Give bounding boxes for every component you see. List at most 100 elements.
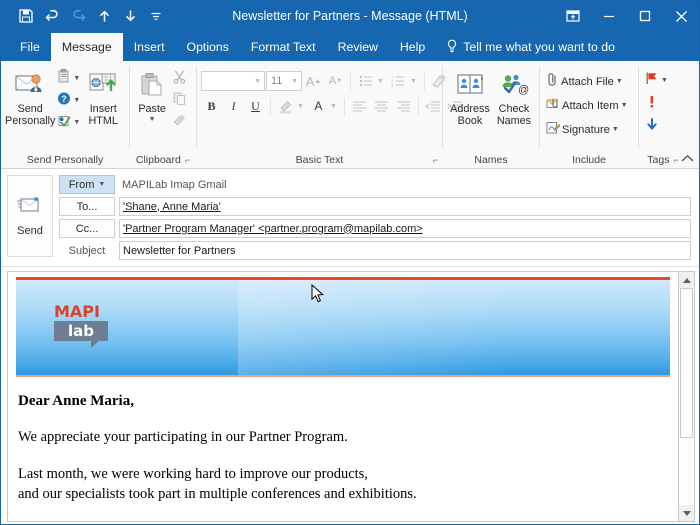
decrease-indent-button[interactable] [423,96,444,117]
help-command[interactable]: ? ▼ [55,90,81,111]
paste-options-command[interactable]: ▼ [55,68,81,89]
send-button[interactable]: Send [7,175,53,257]
cut-button[interactable] [170,68,192,89]
scroll-down-arrow-icon [682,510,691,516]
clipboard-small-commands [170,65,192,133]
subject-row: Subject Newsletter for Partners [59,241,691,260]
cc-row: Cc... 'Partner Program Manager' <partner… [59,219,691,238]
arrow-up-icon[interactable] [91,4,117,28]
close-icon[interactable] [663,1,699,31]
font-name-caret-icon[interactable]: ▼ [254,78,261,85]
follow-up-caret-icon[interactable]: ▼ [661,77,668,84]
tags-commands: ▼ [643,65,670,137]
minimize-icon[interactable] [591,1,627,31]
cc-value: 'Partner Program Manager' <partner.progr… [123,222,423,235]
check-names-label-2: Names [496,115,532,127]
italic-button[interactable]: I [223,96,244,117]
message-body-editor[interactable]: MAPI lab Dear Anne Maria, We appreciate … [7,271,678,522]
to-value: 'Shane, Anne Maria' [123,200,221,213]
from-button[interactable]: From ▼ [59,175,115,194]
cc-button[interactable]: Cc... [59,219,115,238]
grow-font-button[interactable]: A ▲ [303,71,324,92]
scrollbar-thumb[interactable] [680,288,693,438]
ribbon-group-label-names: Names [474,153,508,166]
from-caret-icon[interactable]: ▼ [98,181,105,188]
to-button[interactable]: To... [59,197,115,216]
cc-input[interactable]: 'Partner Program Manager' <partner.progr… [119,219,691,238]
clipboard-dialog-launcher-icon[interactable]: ⌐ [185,155,190,165]
numbering-button[interactable]: 123 [388,71,409,92]
tell-me-search[interactable]: Tell me what you want to do [436,33,625,61]
text-highlight-color-button[interactable] [275,96,296,117]
tab-file[interactable]: File [9,33,51,61]
undo-icon[interactable] [39,4,65,28]
customize-qat-icon[interactable] [143,4,169,28]
tab-options[interactable]: Options [176,33,240,61]
bullets-button[interactable] [355,71,376,92]
font-size-caret-icon[interactable]: ▼ [291,78,298,85]
check-names-button[interactable]: @ Check Names [493,65,535,127]
scroll-up-button[interactable] [679,272,694,288]
highlight-caret-icon[interactable]: ▼ [297,103,304,110]
high-importance-button[interactable] [643,93,670,114]
shrink-font-button[interactable]: A ▼ [325,71,346,92]
collapse-ribbon-button[interactable] [681,154,694,166]
save-icon[interactable] [13,4,39,28]
arrow-down-icon[interactable] [117,4,143,28]
address-book-button[interactable]: Address Book [447,65,493,127]
follow-up-flag-button[interactable]: ▼ [643,70,670,91]
tab-review[interactable]: Review [327,33,389,61]
tab-format-text[interactable]: Format Text [240,33,327,61]
send-personally-button[interactable]: Send Personally [5,65,55,127]
tab-insert[interactable]: Insert [123,33,176,61]
insert-html-icon [87,69,119,103]
attach-item-button[interactable]: Attach Item ▼ [544,95,630,116]
basic-text-dialog-launcher-icon[interactable]: ⌐ [433,155,438,165]
to-input[interactable]: 'Shane, Anne Maria' [119,197,691,216]
address-book-icon [455,69,485,103]
attach-file-button[interactable]: Attach File ▼ [544,71,630,92]
redo-icon [65,4,91,28]
help-caret-icon[interactable]: ▼ [73,97,80,104]
font-name-combo[interactable]: ▼ [201,71,265,91]
scrollbar-track[interactable] [679,288,694,505]
attach-file-caret-icon[interactable]: ▼ [616,78,623,85]
format-painter-button[interactable] [170,112,192,133]
tab-message[interactable]: Message [50,33,123,61]
send-label: Send [17,225,43,237]
paste-button[interactable]: Paste ▼ [134,65,170,123]
svg-text:3: 3 [391,83,394,87]
font-color-button[interactable]: A [308,96,329,117]
tab-help[interactable]: Help [389,33,436,61]
basic-text-label-text: Basic Text [295,153,344,166]
verify-command[interactable]: ▼ [55,112,81,133]
font-size-combo[interactable]: 11 ▼ [266,71,302,91]
underline-button[interactable]: U [245,96,266,117]
bold-button[interactable]: B [201,96,222,117]
message-body-area: MAPI lab Dear Anne Maria, We appreciate … [1,267,699,524]
scroll-down-button[interactable] [679,505,694,521]
signature-button[interactable]: Signature ▼ [544,119,630,140]
body-scrollbar[interactable] [678,271,695,522]
verify-caret-icon[interactable]: ▼ [73,119,80,126]
align-left-button[interactable] [349,96,370,117]
align-center-button[interactable] [371,96,392,117]
copy-button[interactable] [170,90,192,111]
insert-html-button[interactable]: Insert HTML [81,65,125,127]
maximize-icon[interactable] [627,1,663,31]
lightbulb-icon [446,39,458,56]
ribbon-display-options-icon[interactable] [555,1,591,31]
send-personally-label-1: Send [17,103,43,115]
low-importance-button[interactable] [643,116,670,137]
tags-dialog-launcher-icon[interactable]: ⌐ [673,155,678,165]
signature-caret-icon[interactable]: ▼ [612,126,619,133]
check-names-label-1: Check [498,103,530,115]
attach-item-caret-icon[interactable]: ▼ [621,102,628,109]
paste-options-caret-icon[interactable]: ▼ [73,75,80,82]
bullets-caret-icon[interactable]: ▼ [377,78,384,85]
subject-input[interactable]: Newsletter for Partners [119,241,691,260]
font-color-caret-icon[interactable]: ▼ [330,103,337,110]
align-right-button[interactable] [393,96,414,117]
paste-dropdown-caret-icon[interactable]: ▼ [149,116,156,123]
numbering-caret-icon[interactable]: ▼ [410,78,417,85]
